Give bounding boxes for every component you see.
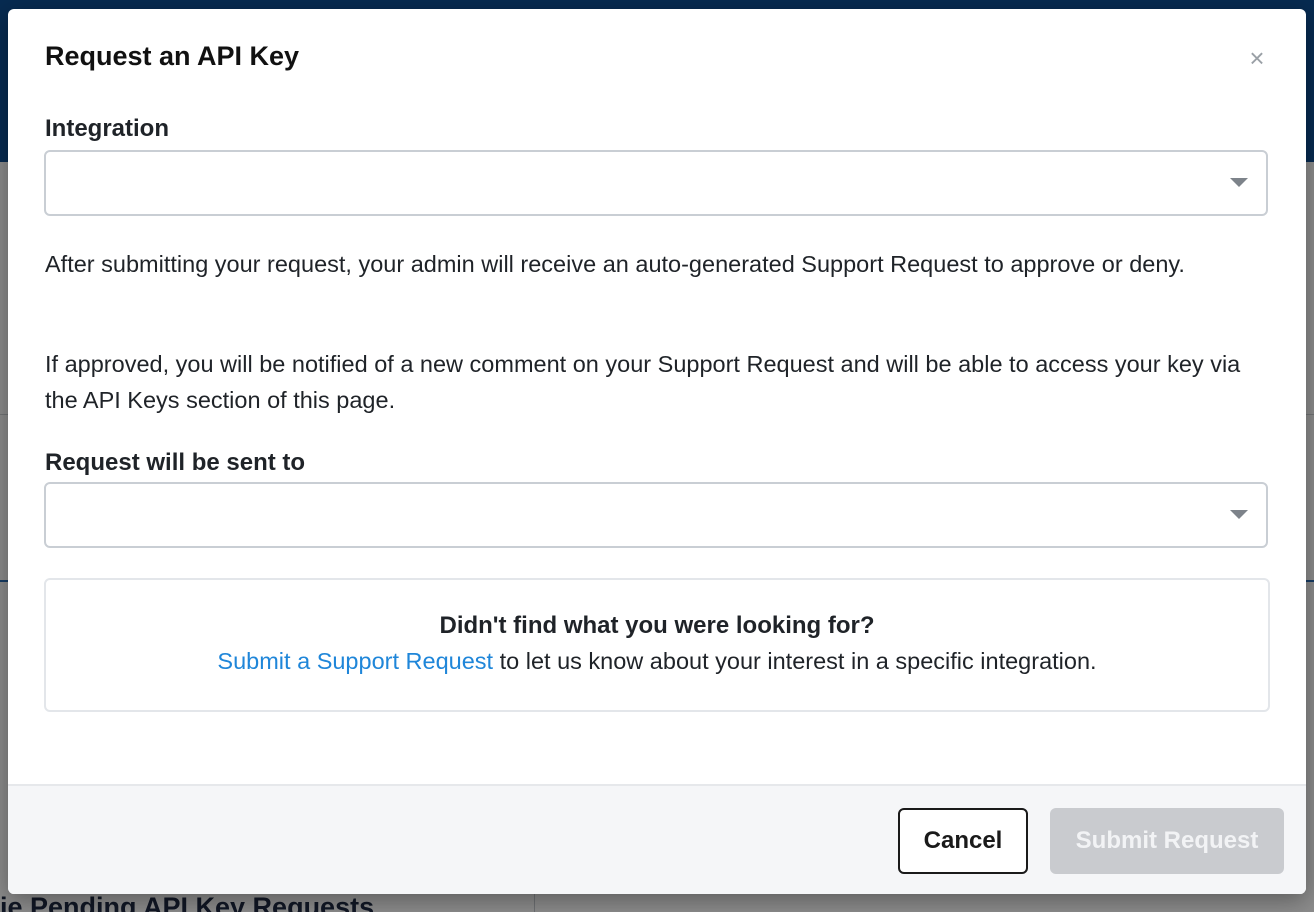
- request-api-key-modal: Request an API Key × Integration After s…: [8, 9, 1306, 894]
- submit-request-button[interactable]: Submit Request: [1050, 808, 1284, 874]
- integration-label: Integration: [45, 115, 169, 142]
- modal-footer: Cancel Submit Request: [8, 784, 1306, 894]
- support-info-title: Didn't find what you were looking for?: [439, 612, 875, 639]
- recipient-select[interactable]: [44, 482, 1268, 548]
- chevron-down-icon: [1230, 510, 1248, 519]
- approval-info-text: After submitting your request, your admi…: [45, 251, 1185, 277]
- recipient-label: Request will be sent to: [45, 449, 306, 476]
- support-info-trailing-text: to let us know about your interest in a …: [493, 648, 1097, 674]
- support-info-box: Didn't find what you were looking for? S…: [44, 578, 1270, 712]
- chevron-down-icon: [1230, 178, 1248, 187]
- submit-support-request-link[interactable]: Submit a Support Request: [217, 648, 493, 674]
- integration-select[interactable]: [44, 150, 1268, 216]
- modal-title: Request an API Key: [45, 41, 300, 71]
- support-info-line: Submit a Support Request to let us know …: [46, 648, 1268, 675]
- notification-info-text: If approved, you will be notified of a n…: [45, 351, 1241, 413]
- cancel-button[interactable]: Cancel: [898, 808, 1028, 874]
- close-icon[interactable]: ×: [1244, 45, 1270, 71]
